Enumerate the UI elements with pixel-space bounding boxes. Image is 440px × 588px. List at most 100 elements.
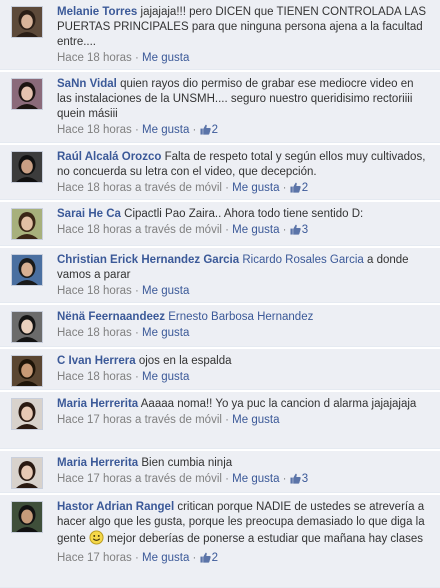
like-count-value: 2 (301, 182, 309, 194)
comment: C Ivan Herrera ojos en la espalda Hace 18… (0, 349, 440, 390)
comment-meta: Hace 18 horas · Me gusta (57, 370, 430, 385)
comment-meta: Hace 17 horas a través de móvil · Me gus… (57, 413, 430, 428)
like-button[interactable]: Me gusta (232, 224, 279, 236)
via-mobile: a través de móvil (135, 414, 222, 426)
separator: · (221, 473, 233, 485)
like-count-value: 2 (211, 124, 218, 136)
mentioned-user[interactable]: Ricardo Rosales Garcia (242, 254, 363, 266)
comment-meta: Hace 18 horas a través de móvil · Me gus… (57, 223, 430, 240)
avatar[interactable] (11, 78, 43, 110)
comment: Maria Herrerita Bien cumbia ninja Hace 17… (0, 451, 440, 493)
comment-body: Christian Erick Hernandez Garcia Ricardo… (57, 253, 430, 283)
like-button[interactable]: Me gusta (232, 473, 279, 485)
separator: · (279, 473, 290, 485)
like-count[interactable]: 2 (290, 182, 308, 194)
comment: Melanie Torres jajajaja!!! pero DICEN qu… (0, 0, 440, 70)
comment-body: C Ivan Herrera ojos en la espalda (57, 354, 430, 369)
thumbs-up-icon (290, 182, 301, 198)
like-count[interactable]: 3 (290, 473, 308, 485)
avatar[interactable] (11, 355, 43, 387)
timestamp[interactable]: Hace 17 horas (57, 552, 132, 564)
comment: Hastor Adrian Rangel critican porque NAD… (0, 495, 440, 588)
avatar[interactable] (11, 398, 43, 430)
like-button[interactable]: Me gusta (232, 182, 279, 194)
comment-meta: Hace 18 horas · Me gusta (57, 51, 430, 66)
like-button[interactable]: Me gusta (142, 124, 189, 136)
separator: · (279, 224, 290, 236)
avatar[interactable] (11, 6, 43, 38)
comment-body: Raúl Alcalá Orozco Falta de respeto tota… (57, 150, 430, 180)
like-count-value: 3 (301, 473, 309, 485)
thumbs-up-icon (200, 124, 211, 140)
avatar[interactable] (11, 311, 43, 343)
like-button[interactable]: Me gusta (142, 285, 189, 297)
separator: · (131, 552, 143, 564)
comment-text: ojos en la espalda (135, 355, 232, 367)
via-mobile: a través de móvil (135, 182, 222, 194)
timestamp[interactable]: Hace 18 horas (57, 285, 132, 297)
like-button[interactable]: Me gusta (142, 52, 189, 64)
thumbs-up-icon (290, 224, 301, 240)
thumbs-up-icon (200, 552, 211, 568)
like-count[interactable]: 2 (200, 552, 218, 564)
avatar[interactable] (11, 151, 43, 183)
smile-emoticon-icon (89, 530, 104, 550)
comment-text: Cipactli Pao Zaira.. Ahora todo tiene se… (120, 208, 364, 220)
avatar[interactable] (11, 208, 43, 240)
mentioned-user[interactable]: Ernesto Barbosa Hernandez (168, 311, 313, 323)
comment-body: Sarai He Ca Cipactli Pao Zaira.. Ahora t… (57, 207, 430, 222)
comment-meta: Hace 17 horas · Me gusta · 2 (57, 551, 430, 568)
timestamp[interactable]: Hace 18 horas (57, 182, 132, 194)
separator: · (131, 327, 143, 339)
like-button[interactable]: Me gusta (142, 552, 189, 564)
comment: Raúl Alcalá Orozco Falta de respeto tota… (0, 145, 440, 200)
comment: Christian Erick Hernandez Garcia Ricardo… (0, 248, 440, 303)
timestamp[interactable]: Hace 17 horas (57, 473, 132, 485)
separator: · (189, 552, 200, 564)
author-name[interactable]: C Ivan Herrera (57, 355, 136, 367)
comment-meta: Hace 18 horas · Me gusta (57, 284, 430, 299)
comment-body: Hastor Adrian Rangel critican porque NAD… (57, 500, 430, 550)
comment-meta: Hace 18 horas a través de móvil · Me gus… (57, 181, 430, 198)
timestamp[interactable]: Hace 18 horas (57, 224, 132, 236)
timestamp[interactable]: Hace 18 horas (57, 371, 132, 383)
timestamp[interactable]: Hace 18 horas (57, 52, 132, 64)
comment-meta: Hace 17 horas a través de móvil · Me gus… (57, 472, 430, 489)
like-count[interactable]: 2 (200, 124, 218, 136)
like-count-value: 3 (301, 224, 309, 236)
like-button[interactable]: Me gusta (142, 327, 189, 339)
timestamp[interactable]: Hace 17 horas (57, 414, 132, 426)
separator: · (131, 371, 143, 383)
comment-body: SaNn Vidal quien rayos dio permiso de gr… (57, 77, 430, 122)
comment: Maria Herrerita Aaaaa noma!! Yo ya puc l… (0, 392, 440, 449)
author-name[interactable]: Sarai He Ca (57, 208, 121, 220)
via-mobile: a través de móvil (135, 473, 222, 485)
comment: SaNn Vidal quien rayos dio permiso de gr… (0, 72, 440, 143)
comment: Sarai He Ca Cipactli Pao Zaira.. Ahora t… (0, 202, 440, 246)
separator: · (131, 285, 143, 297)
timestamp[interactable]: Hace 18 horas (57, 124, 132, 136)
separator: · (131, 52, 143, 64)
like-button[interactable]: Me gusta (142, 371, 189, 383)
comment-body: Nënä Feernaandeez Ernesto Barbosa Hernan… (57, 310, 430, 325)
author-name[interactable]: Raúl Alcalá Orozco (57, 151, 161, 163)
like-count[interactable]: 3 (290, 224, 308, 236)
avatar[interactable] (11, 457, 43, 489)
author-name[interactable]: Melanie Torres (57, 6, 137, 18)
author-name[interactable]: Maria Herrerita (57, 398, 138, 410)
author-name[interactable]: Hastor Adrian Rangel (57, 501, 174, 513)
comment-body: Maria Herrerita Bien cumbia ninja (57, 456, 430, 471)
author-name[interactable]: Maria Herrerita (57, 457, 138, 469)
author-name[interactable]: Nënä Feernaandeez (57, 311, 165, 323)
timestamp[interactable]: Hace 18 horas (57, 327, 132, 339)
comment: Nënä Feernaandeez Ernesto Barbosa Hernan… (0, 305, 440, 347)
separator: · (221, 224, 233, 236)
separator: · (221, 182, 233, 194)
like-button[interactable]: Me gusta (232, 414, 279, 426)
via-mobile: a través de móvil (135, 224, 222, 236)
author-name[interactable]: Christian Erick Hernandez Garcia (57, 254, 239, 266)
avatar[interactable] (11, 254, 43, 286)
avatar[interactable] (11, 501, 43, 533)
author-name[interactable]: SaNn Vidal (57, 78, 117, 90)
comment-text: mejor deberías de ponerse a estudiar que… (103, 533, 423, 545)
